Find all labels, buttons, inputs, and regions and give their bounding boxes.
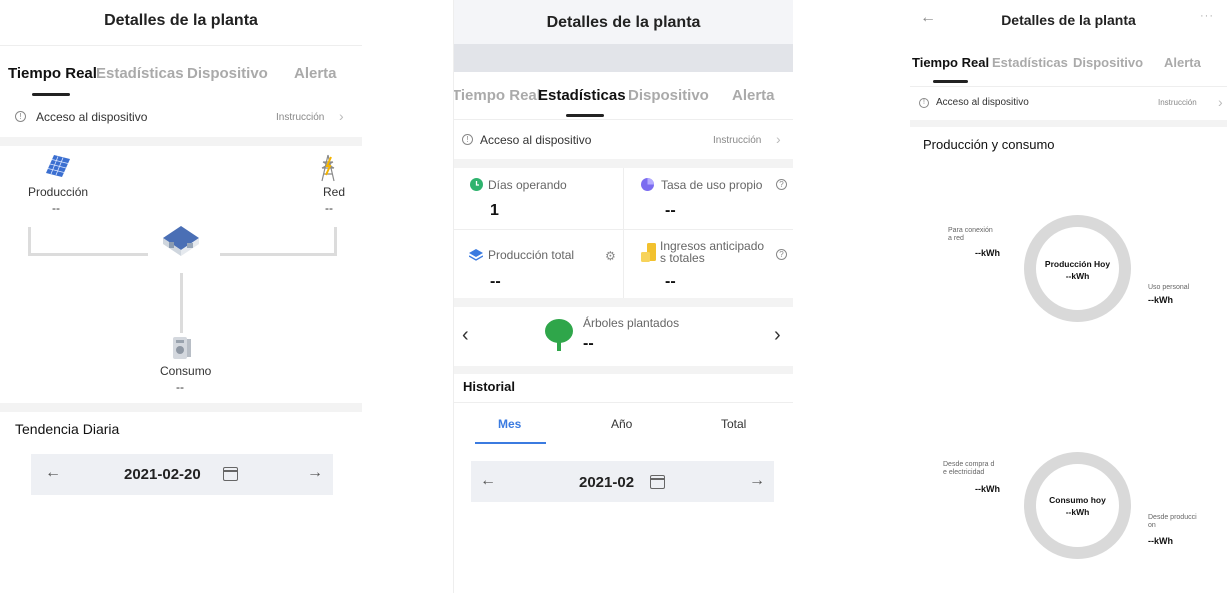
layers-icon	[468, 248, 484, 266]
device-access-row[interactable]: ! Acceso al dispositivo Instrucción ›	[910, 92, 1227, 116]
info-icon: !	[462, 134, 473, 145]
prev-date-button[interactable]: ←	[45, 464, 61, 482]
from-production-value: --kWh	[1148, 536, 1173, 546]
history-tab-indicator	[475, 442, 546, 444]
page-title: Detalles de la planta	[104, 12, 258, 29]
consumption-today-label: Consumo hoy	[1049, 495, 1106, 505]
consumption-ring	[1024, 452, 1131, 559]
screen-statistics: Detalles de la planta Tiempo Real Estadí…	[453, 0, 793, 593]
chevron-right-icon: ›	[1218, 94, 1223, 110]
help-icon[interactable]: ?	[776, 179, 787, 190]
grid-value: --	[325, 201, 333, 215]
tab-device[interactable]: Dispositivo	[628, 87, 709, 104]
tab-statistics[interactable]: Estadísticas	[992, 55, 1068, 70]
next-card-button[interactable]: ›	[774, 324, 781, 347]
days-operating-label: Días operando	[488, 178, 567, 192]
tab-realtime[interactable]: Tiempo Real	[912, 55, 989, 70]
production-today-label: Producción Hoy	[1044, 259, 1111, 269]
help-icon[interactable]: ?	[776, 249, 787, 260]
selected-date[interactable]: 2021-02	[579, 474, 634, 491]
tab-device[interactable]: Dispositivo	[1073, 55, 1143, 70]
tab-alert[interactable]: Alerta	[1164, 55, 1201, 70]
self-use-rate-value: --	[665, 202, 676, 219]
header-background	[454, 0, 793, 72]
section-title: Producción y consumo	[923, 137, 1055, 152]
tab-device[interactable]: Dispositivo	[187, 65, 268, 82]
info-icon: !	[919, 98, 929, 108]
tab-alert[interactable]: Alerta	[732, 87, 775, 104]
instruction-link[interactable]: Instrucción	[276, 112, 324, 123]
page-title: Detalles de la planta	[546, 14, 701, 31]
solar-panel-icon	[42, 153, 72, 182]
page-title: Detalles de la planta	[1001, 12, 1136, 28]
prev-card-button[interactable]: ‹	[462, 324, 469, 347]
personal-use-label: Uso personal	[1148, 284, 1190, 291]
days-operating-icon	[470, 178, 483, 196]
expected-income-label: Ingresos anticipado s totales	[660, 239, 765, 265]
daily-trend-title: Tendencia Diaria	[15, 421, 120, 437]
personal-use-value: --kWh	[1148, 295, 1173, 305]
from-purchase-value: --kWh	[975, 484, 1000, 494]
device-access-row[interactable]: ! Acceso al dispositivo Instrucción ›	[454, 126, 793, 154]
total-production-value: --	[490, 273, 501, 290]
production-today-value: --kWh	[1065, 271, 1090, 281]
tab-realtime[interactable]: Tiempo Real	[8, 65, 97, 82]
grid-connection-label: Para conexión a red	[948, 227, 993, 242]
active-tab-indicator	[32, 93, 70, 96]
from-production-label: Desde producci on	[1148, 514, 1197, 529]
history-tab-month[interactable]: Mes	[498, 417, 521, 431]
tab-alert[interactable]: Alerta	[294, 65, 337, 82]
date-picker: ← 2021-02-20 →	[31, 454, 333, 495]
chevron-right-icon: ›	[339, 108, 344, 124]
consumption-value: --	[176, 380, 184, 394]
instruction-link[interactable]: Instrucción	[1158, 98, 1197, 107]
trees-planted-label: Árboles plantados	[583, 316, 680, 330]
total-production-label: Producción total	[488, 248, 575, 262]
calendar-icon[interactable]	[650, 475, 665, 489]
tab-statistics[interactable]: Estadísticas	[96, 65, 184, 82]
calendar-icon[interactable]	[223, 467, 238, 481]
days-operating-value: 1	[490, 202, 499, 219]
device-access-label: Acceso al dispositivo	[936, 97, 1029, 108]
more-icon[interactable]: ···	[1200, 10, 1214, 22]
screen-production-consumption: ← Detalles de la planta ··· Tiempo Real …	[910, 0, 1227, 593]
selected-date[interactable]: 2021-02-20	[124, 466, 201, 483]
device-access-label: Acceso al dispositivo	[480, 133, 592, 147]
instruction-link[interactable]: Instrucción	[713, 135, 761, 146]
info-icon: !	[15, 111, 26, 122]
consumption-label: Consumo	[160, 364, 212, 378]
meter-icon	[170, 333, 194, 366]
history-title: Historial	[463, 379, 516, 394]
device-access-row[interactable]: ! Acceso al dispositivo Instrucción ›	[0, 104, 362, 132]
grid-connection-value: --kWh	[975, 248, 1000, 258]
self-use-rate-label: Tasa de uso propio	[661, 178, 763, 192]
screen-realtime: Detalles de la planta Tiempo Real Estadí…	[0, 0, 362, 593]
next-date-button[interactable]: →	[749, 472, 765, 490]
tab-realtime[interactable]: Tiempo Real	[454, 87, 541, 104]
active-tab-indicator	[933, 80, 968, 83]
settings-icon[interactable]: ⚙	[605, 249, 616, 263]
tree-icon	[544, 318, 574, 357]
trees-planted-value: --	[583, 335, 594, 352]
history-tab-total[interactable]: Total	[721, 417, 746, 431]
expected-income-value: --	[665, 273, 676, 290]
tab-statistics[interactable]: Estadísticas	[538, 87, 626, 104]
history-tab-year[interactable]: Año	[611, 417, 632, 431]
production-label: Producción	[28, 185, 89, 199]
coins-icon	[641, 243, 657, 268]
date-picker: ← 2021-02 →	[471, 461, 774, 502]
next-date-button[interactable]: →	[307, 464, 323, 482]
power-pylon-icon	[318, 154, 338, 187]
active-tab-indicator	[566, 114, 604, 117]
prev-date-button[interactable]: ←	[480, 472, 496, 490]
from-purchase-label: Desde compra d e electricidad	[943, 461, 995, 476]
grid-label: Red	[323, 185, 346, 199]
house-icon	[157, 222, 205, 263]
consumption-today-value: --kWh	[1065, 507, 1090, 517]
self-use-rate-icon	[641, 178, 654, 196]
production-value: --	[52, 201, 60, 215]
chevron-right-icon: ›	[776, 131, 781, 147]
device-access-label: Acceso al dispositivo	[36, 110, 148, 124]
